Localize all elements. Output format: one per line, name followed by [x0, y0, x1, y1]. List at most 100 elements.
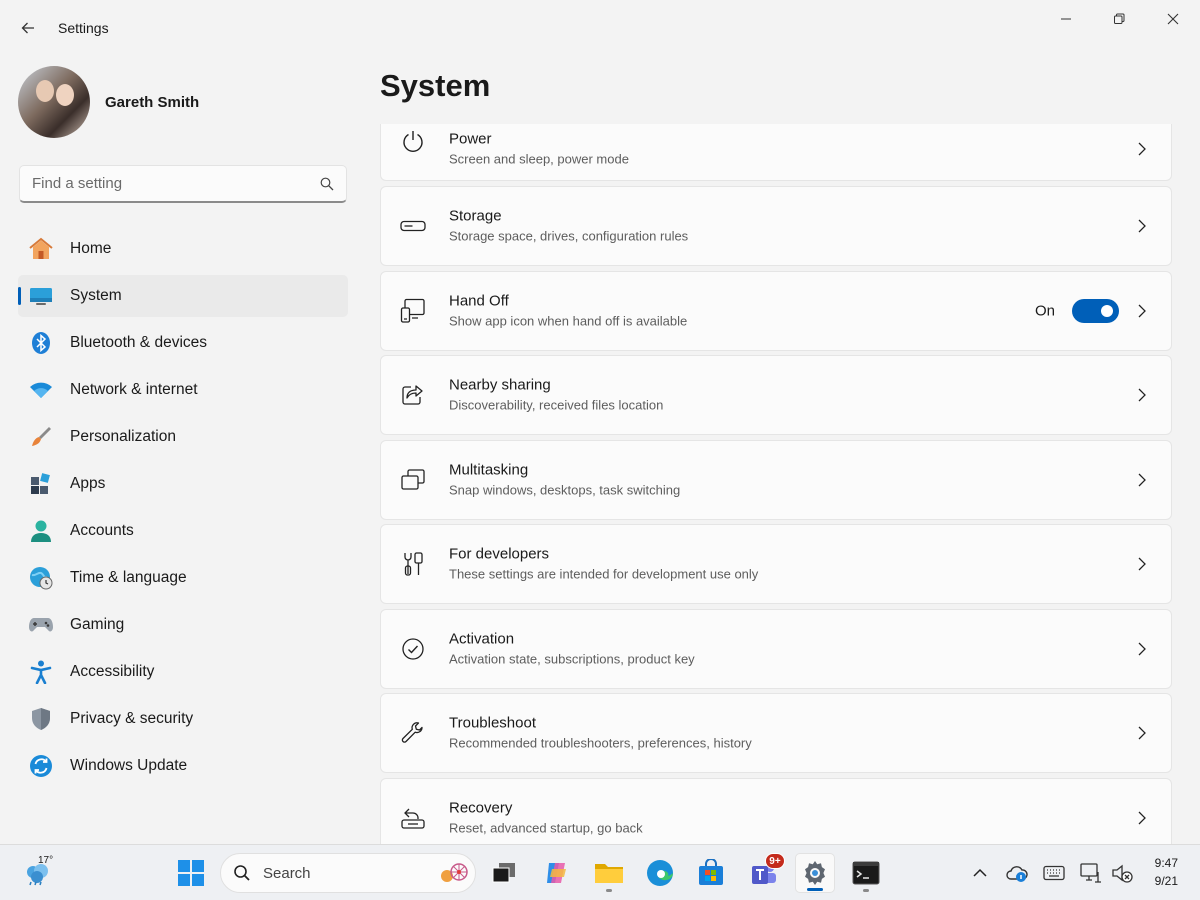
clock-time: 9:47 [1154, 856, 1178, 870]
for-developers-card[interactable]: For developers These settings are intend… [380, 524, 1172, 604]
card-title: Troubleshoot [449, 714, 536, 732]
settings-app-button[interactable] [795, 853, 835, 893]
update-icon [28, 753, 54, 779]
multitasking-icon [399, 466, 427, 494]
volume-tray-button[interactable] [1108, 859, 1136, 887]
sidebar-item-network-internet[interactable]: Network & internet [18, 369, 348, 411]
sidebar-item-home[interactable]: Home [18, 228, 348, 270]
sidebar-item-label: Accounts [70, 522, 134, 539]
chevron-right-icon [1135, 726, 1149, 740]
power-card[interactable]: Power Screen and sleep, power mode [380, 124, 1172, 181]
touch-keyboard-button[interactable] [1040, 859, 1068, 887]
gamepad-icon [28, 612, 54, 638]
sidebar-item-apps[interactable]: Apps [18, 463, 348, 505]
sidebar-item-system[interactable]: System [18, 275, 348, 317]
recovery-icon [399, 804, 427, 832]
teams-button[interactable]: 9+ [743, 853, 785, 893]
nearby-sharing-card[interactable]: Nearby sharing Discoverability, received… [380, 355, 1172, 435]
card-title: Activation [449, 630, 515, 648]
running-indicator [606, 889, 612, 892]
hand-off-card[interactable]: Hand Off Show app icon when hand off is … [380, 271, 1172, 351]
card-subtitle: Activation state, subscriptions, product… [449, 651, 695, 667]
chevron-right-icon [1135, 219, 1149, 233]
sidebar-item-gaming[interactable]: Gaming [18, 604, 348, 646]
clock-date: 9/21 [1154, 874, 1178, 888]
running-indicator [807, 888, 823, 891]
sidebar-item-accessibility[interactable]: Accessibility [18, 651, 348, 693]
close-button[interactable] [1150, 4, 1196, 34]
settings-list: Power Screen and sleep, power mode Stora… [380, 124, 1172, 844]
card-subtitle: Snap windows, desktops, task switching [449, 482, 681, 498]
onedrive-tray-button[interactable] [1003, 859, 1031, 887]
file-explorer-button[interactable] [589, 853, 629, 893]
sidebar-item-label: Windows Update [70, 757, 188, 774]
sidebar-item-windows-update[interactable]: Windows Update [18, 745, 348, 787]
card-title: For developers [449, 545, 550, 563]
system-icon [28, 283, 54, 309]
sidebar-item-time-language[interactable]: Time & language [18, 557, 348, 599]
card-subtitle: Recommended troubleshooters, preferences… [449, 735, 752, 751]
task-view-button[interactable] [484, 853, 524, 893]
settings-search[interactable] [19, 165, 347, 203]
back-button[interactable] [10, 14, 46, 42]
multitasking-card[interactable]: Multitasking Snap windows, desktops, tas… [380, 440, 1172, 520]
search-input[interactable] [32, 175, 320, 192]
close-icon [1167, 13, 1179, 25]
sidebar-item-label: Accessibility [70, 663, 155, 680]
activation-card[interactable]: Activation Activation state, subscriptio… [380, 609, 1172, 689]
volume-muted-icon [1112, 864, 1133, 883]
troubleshoot-card[interactable]: Troubleshoot Recommended troubleshooters… [380, 693, 1172, 773]
terminal-icon [852, 861, 880, 885]
recovery-card[interactable]: Recovery Reset, advanced startup, go bac… [380, 778, 1172, 844]
app-title: Settings [58, 20, 109, 36]
show-hidden-icons-button[interactable] [966, 859, 994, 887]
sidebar-item-label: System [70, 287, 122, 304]
terminal-button[interactable] [846, 853, 886, 893]
sidebar-item-label: Time & language [70, 569, 187, 586]
chevron-right-icon [1135, 388, 1149, 402]
bluetooth-icon [28, 330, 54, 356]
hand-off-toggle[interactable] [1072, 299, 1119, 323]
wifi-icon [28, 377, 54, 403]
storage-card[interactable]: Storage Storage space, drives, configura… [380, 186, 1172, 266]
card-title: Recovery [449, 799, 513, 817]
network-monitor-icon [1080, 863, 1101, 883]
sidebar-item-privacy-security[interactable]: Privacy & security [18, 698, 348, 740]
sidebar-item-personalization[interactable]: Personalization [18, 416, 348, 458]
taskbar-search[interactable]: Search [220, 853, 476, 893]
edge-button[interactable] [640, 853, 680, 893]
chevron-right-icon [1135, 142, 1149, 156]
restore-icon [1114, 13, 1125, 24]
restore-button[interactable] [1096, 4, 1142, 34]
copilot-icon [547, 863, 566, 883]
running-indicator [863, 889, 869, 892]
sidebar-item-label: Home [70, 240, 112, 257]
shield-icon [28, 706, 54, 732]
network-tray-button[interactable] [1077, 859, 1105, 887]
avatar [18, 66, 90, 138]
cloud-icon [1006, 866, 1028, 882]
keyboard-icon [1043, 865, 1065, 881]
search-highlight-icon [441, 863, 468, 882]
user-profile[interactable]: Gareth Smith [18, 66, 199, 138]
taskbar: 17° Search 9+ 9:47 9/21 [0, 844, 1200, 900]
card-subtitle: Storage space, drives, configuration rul… [449, 228, 689, 244]
sidebar-item-label: Network & internet [70, 381, 198, 398]
card-subtitle: Screen and sleep, power mode [449, 151, 629, 167]
minimize-button[interactable] [1043, 4, 1089, 34]
card-title: Power [449, 130, 492, 148]
start-button[interactable] [171, 853, 211, 893]
chevron-right-icon [1135, 642, 1149, 656]
sidebar-item-accounts[interactable]: Accounts [18, 510, 348, 552]
store-button[interactable] [691, 853, 731, 893]
folder-icon [595, 864, 623, 883]
copilot-button[interactable] [537, 853, 577, 893]
storage-icon [399, 212, 427, 240]
sidebar-item-bluetooth-devices[interactable]: Bluetooth & devices [18, 322, 348, 364]
brush-icon [28, 424, 54, 450]
gear-icon [805, 861, 825, 885]
taskbar-clock[interactable]: 9:47 9/21 [1155, 854, 1178, 890]
sidebar-item-label: Apps [70, 475, 106, 492]
chevron-up-icon [973, 868, 987, 877]
search-icon[interactable] [320, 177, 334, 191]
